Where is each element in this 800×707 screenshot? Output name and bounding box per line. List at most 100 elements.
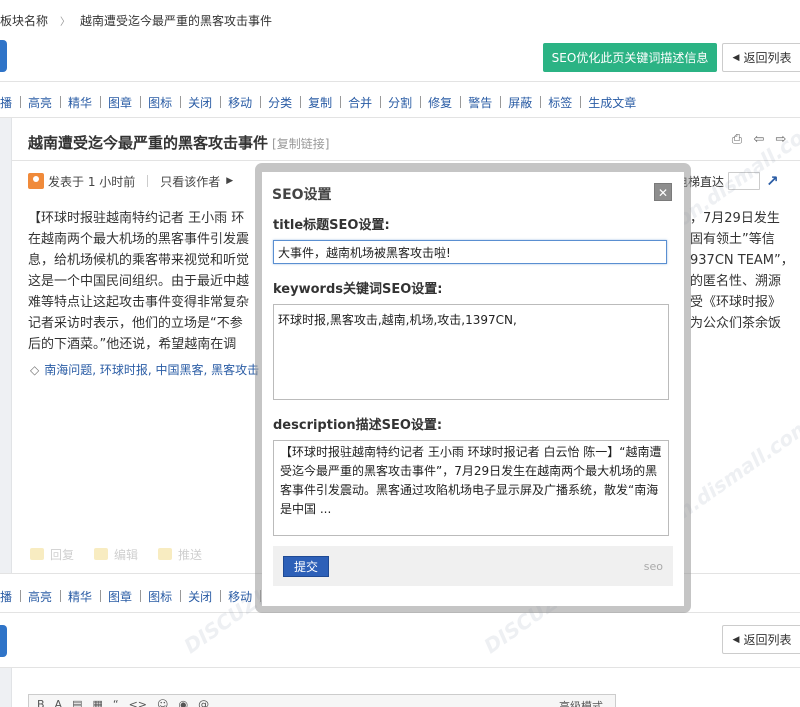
body-line-right: 的匿名性、溯源 [690,274,782,289]
mod-action-2[interactable]: 精华 [60,588,100,605]
mod-action-7[interactable]: 分类 [260,94,300,111]
mod-action-4[interactable]: 图标 [140,94,180,111]
keywords-seo-textarea[interactable]: 环球时报,黑客攻击,越南,机场,攻击,1397CN, [273,304,669,400]
mod-action-3[interactable]: 图章 [100,94,140,111]
return-list-label: 返回列表 [743,51,792,65]
divider [12,160,800,161]
back-arrow-icon: ◀ [732,52,740,63]
editor-toolbar: B A ▤ ▦ “ <> ☺ ◉ @ 高级模式 [28,694,616,707]
thread-tags: ◇ 南海问题, 环球时报, 中国黑客, 黑客攻击 [30,361,259,378]
mod-action-5[interactable]: 关闭 [180,588,220,605]
mod-action-10[interactable]: 分割 [380,94,420,111]
mod-action-0[interactable]: 播 [0,588,20,605]
moderation-toolbar-bottom: 播高亮精华图章图标关闭移动分 [0,584,288,608]
left-sidebar-strip [0,118,12,573]
mod-action-3[interactable]: 图章 [100,588,140,605]
close-icon[interactable]: ✕ [654,183,672,201]
editor-icon-1[interactable]: A [55,698,63,707]
print-icon[interactable]: ⎙ [730,133,744,147]
go-arrow-icon[interactable]: ↗ [766,172,779,190]
body-line-right: 受《环球时报》 [690,295,782,310]
dialog-footer: 提交 seo [273,546,673,586]
mod-action-12[interactable]: 警告 [460,94,500,111]
thread-title: 越南遭受迄今最严重的黑客攻击事件 [复制链接] [28,132,329,153]
body-line-right: 固有领土”等信 [690,232,775,247]
edit-action[interactable]: 编辑 [94,546,138,563]
post-meta: 发表于 1 小时前 只看该作者 ▶ [28,172,233,190]
push-icon [158,548,173,560]
editor-icons: B A ▤ ▦ “ <> ☺ ◉ @ [37,698,219,707]
title-seo-input[interactable] [273,240,667,264]
description-seo-label: description描述SEO设置: [273,418,443,433]
editor-icon-2[interactable]: ▤ [72,698,82,707]
return-list-button[interactable]: ◀ 返回列表 [722,43,800,72]
moderation-toolbar: 播高亮 精华 图章 图标 关闭 移动 分类 复制 合并 分割 修复 警告 屏蔽 标签 生成文章 [0,90,644,114]
floor-jump: 电梯直达 ↗ [676,172,779,190]
post-body-right: ，7月29日发生 固有领土”等信 937CN TEAM”， 的匿名性、溯源 受《环球时报… [690,208,800,334]
back-arrow-icon: ◀ [732,634,740,645]
caret-right-icon: ▶ [226,176,234,186]
thread-title-text: 越南遭受迄今最严重的黑客攻击事件 [28,134,269,152]
reply-icon [30,548,44,560]
left-sidebar-strip [0,668,12,707]
advanced-mode-link[interactable]: 高级模式 [559,698,603,707]
editor-icon-4[interactable]: “ [113,698,119,707]
mod-action-13[interactable]: 屏蔽 [500,94,540,111]
editor-icon-3[interactable]: ▦ [92,698,102,707]
mod-action-8[interactable]: 复制 [300,94,340,111]
tag-list[interactable]: 南海问题, 环球时报, 中国黑客, 黑客攻击 [44,361,259,378]
editor-icon-8[interactable]: @ [198,698,209,707]
body-line-right: 为公众们茶余饭 [690,316,782,331]
mod-action-9[interactable]: 合并 [340,94,380,111]
mod-action-1[interactable]: 高亮 [20,94,60,111]
title-seo-label: title标题SEO设置: [273,218,390,233]
post-time: 发表于 1 小时前 [48,174,136,189]
mod-action-15[interactable]: 生成文章 [580,94,644,111]
keywords-seo-label: keywords关键词SEO设置: [273,282,443,297]
copy-link[interactable]: [复制链接] [272,137,329,151]
mod-action-0[interactable]: 播 [0,94,20,111]
editor-icon-6[interactable]: ☺ [157,698,168,707]
mod-action-4[interactable]: 图标 [140,588,180,605]
mod-action-5[interactable]: 关闭 [180,94,220,111]
submit-button[interactable]: 提交 [283,556,329,577]
body-line-right: ，7月29日发生 [690,211,780,226]
seo-optimize-button[interactable]: SEO优化此页关键词描述信息 [543,43,717,72]
breadcrumb: 板块名称 〉 越南遭受迄今最严重的黑客攻击事件 [0,8,272,32]
description-seo-textarea[interactable]: 【环球时报驻越南特约记者 王小雨 环球时报记者 白云怡 陈一】“越南遭受迄今最严… [273,440,669,536]
breadcrumb-separator: 〉 [60,16,71,28]
user-icon [28,173,44,189]
edit-icon [94,548,109,560]
new-post-button-stub[interactable] [0,40,7,72]
breadcrumb-thread[interactable]: 越南遭受迄今最严重的黑客攻击事件 [80,12,272,29]
editor-icon-5[interactable]: <> [129,698,147,707]
seo-dialog: SEO设置 ✕ title标题SEO设置: keywords关键词SEO设置: … [262,172,684,606]
dialog-title: SEO设置 [272,187,332,203]
floor-jump-input[interactable] [728,172,761,190]
reply-action[interactable]: 回复 [30,546,74,563]
meta-divider [147,175,149,187]
body-line-right: 937CN TEAM”， [690,253,794,268]
mod-action-11[interactable]: 修复 [420,94,460,111]
footer-seo-tag: seo [643,560,663,573]
mod-action-2[interactable]: 精华 [60,94,100,111]
prev-thread-icon[interactable]: ⇦ [752,133,766,147]
thread-tools: ⎙ ⇦ ⇨ [730,133,788,147]
editor-icon-0[interactable]: B [37,698,45,707]
new-post-button-stub-bottom[interactable] [0,625,7,657]
editor-icon-7[interactable]: ◉ [179,698,189,707]
mod-action-6[interactable]: 移动 [220,94,260,111]
divider [0,117,800,118]
divider [0,667,800,668]
push-action[interactable]: 推送 [158,546,202,563]
mod-action-1[interactable]: 高亮 [20,588,60,605]
return-list-button-bottom[interactable]: ◀ 返回列表 [722,625,800,654]
tag-icon: ◇ [30,362,40,377]
next-thread-icon[interactable]: ⇨ [774,133,788,147]
post-actions: 回复 编辑 推送 [30,546,202,563]
return-list-label: 返回列表 [743,633,792,647]
breadcrumb-forum[interactable]: 板块名称 [0,12,48,29]
mod-action-14[interactable]: 标签 [540,94,580,111]
only-author-link[interactable]: 只看该作者 [160,173,220,190]
divider [0,81,800,82]
